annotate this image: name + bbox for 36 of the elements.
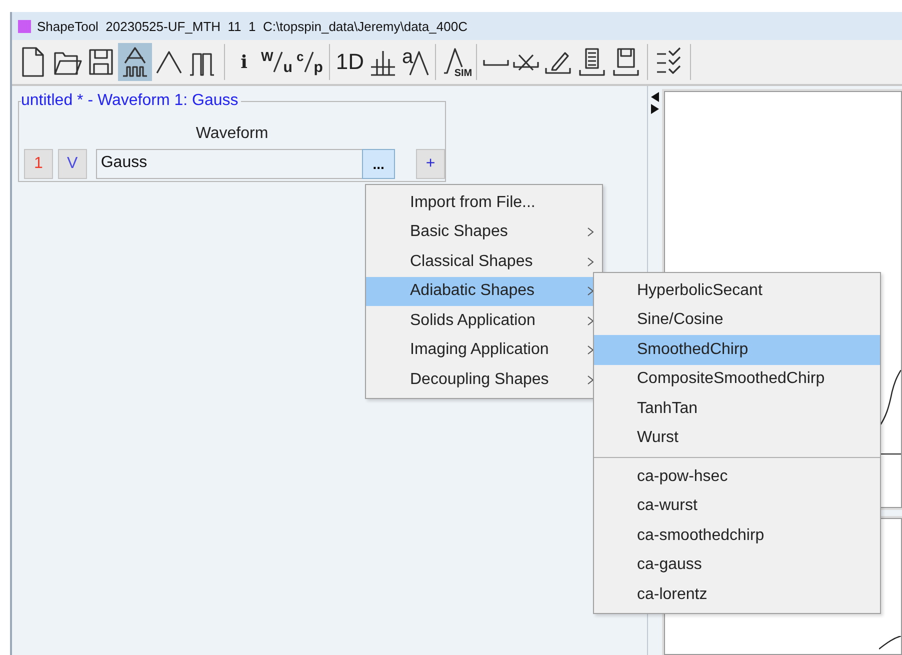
- menu-item[interactable]: SmoothedChirp: [594, 335, 880, 364]
- menu-item[interactable]: ca-lorentz: [594, 580, 880, 610]
- multi-peak-icon: [120, 45, 150, 79]
- simulate-button[interactable]: SIM: [440, 43, 472, 81]
- crossed-baseline-icon: [513, 54, 540, 70]
- app-icon: [18, 20, 31, 32]
- baseline-icon: [483, 58, 510, 66]
- fraction-button[interactable]: c p: [294, 43, 325, 81]
- menu-item[interactable]: CompositeSmoothedChirp: [594, 364, 880, 394]
- info-button[interactable]: i: [229, 43, 259, 81]
- slash-icon: [273, 50, 284, 74]
- curve-line: [879, 636, 901, 650]
- peak-label-button[interactable]: a: [400, 43, 432, 81]
- view-button[interactable]: V: [58, 149, 87, 179]
- expand-right-icon: [651, 104, 659, 114]
- menu-item[interactable]: Sine/Cosine: [594, 306, 880, 335]
- plot-line: [879, 453, 901, 455]
- menu-item[interactable]: TanhTan: [594, 394, 880, 424]
- menu-item[interactable]: Wurst: [594, 424, 880, 453]
- browse-button[interactable]: ...: [362, 149, 396, 179]
- collapse-left-icon: [651, 92, 659, 102]
- window-title: ShapeTool 20230525-UF_MTH 11 1 C:\topspin_data\Jeremy\data_400C: [37, 18, 468, 34]
- fraction-button[interactable]: W u: [259, 43, 294, 81]
- waveform-field[interactable]: Gauss: [96, 149, 362, 179]
- slash-icon: [304, 50, 314, 74]
- menu-item[interactable]: ca-smoothedchirp: [594, 521, 880, 550]
- menu-item[interactable]: Import from File...: [366, 188, 602, 218]
- column-heading: Waveform: [194, 125, 270, 143]
- add-button[interactable]: +: [416, 149, 445, 179]
- menu-item[interactable]: Classical Shapes: [366, 247, 602, 276]
- menu-item[interactable]: Basic Shapes: [366, 218, 602, 247]
- shapes-button[interactable]: [118, 43, 152, 81]
- menu-item[interactable]: ca-wurst: [594, 492, 880, 521]
- menu-item[interactable]: ca-gauss: [594, 550, 880, 580]
- one-d-button[interactable]: 1D: [334, 43, 366, 81]
- menu-item[interactable]: ca-pow-hsec: [594, 462, 880, 492]
